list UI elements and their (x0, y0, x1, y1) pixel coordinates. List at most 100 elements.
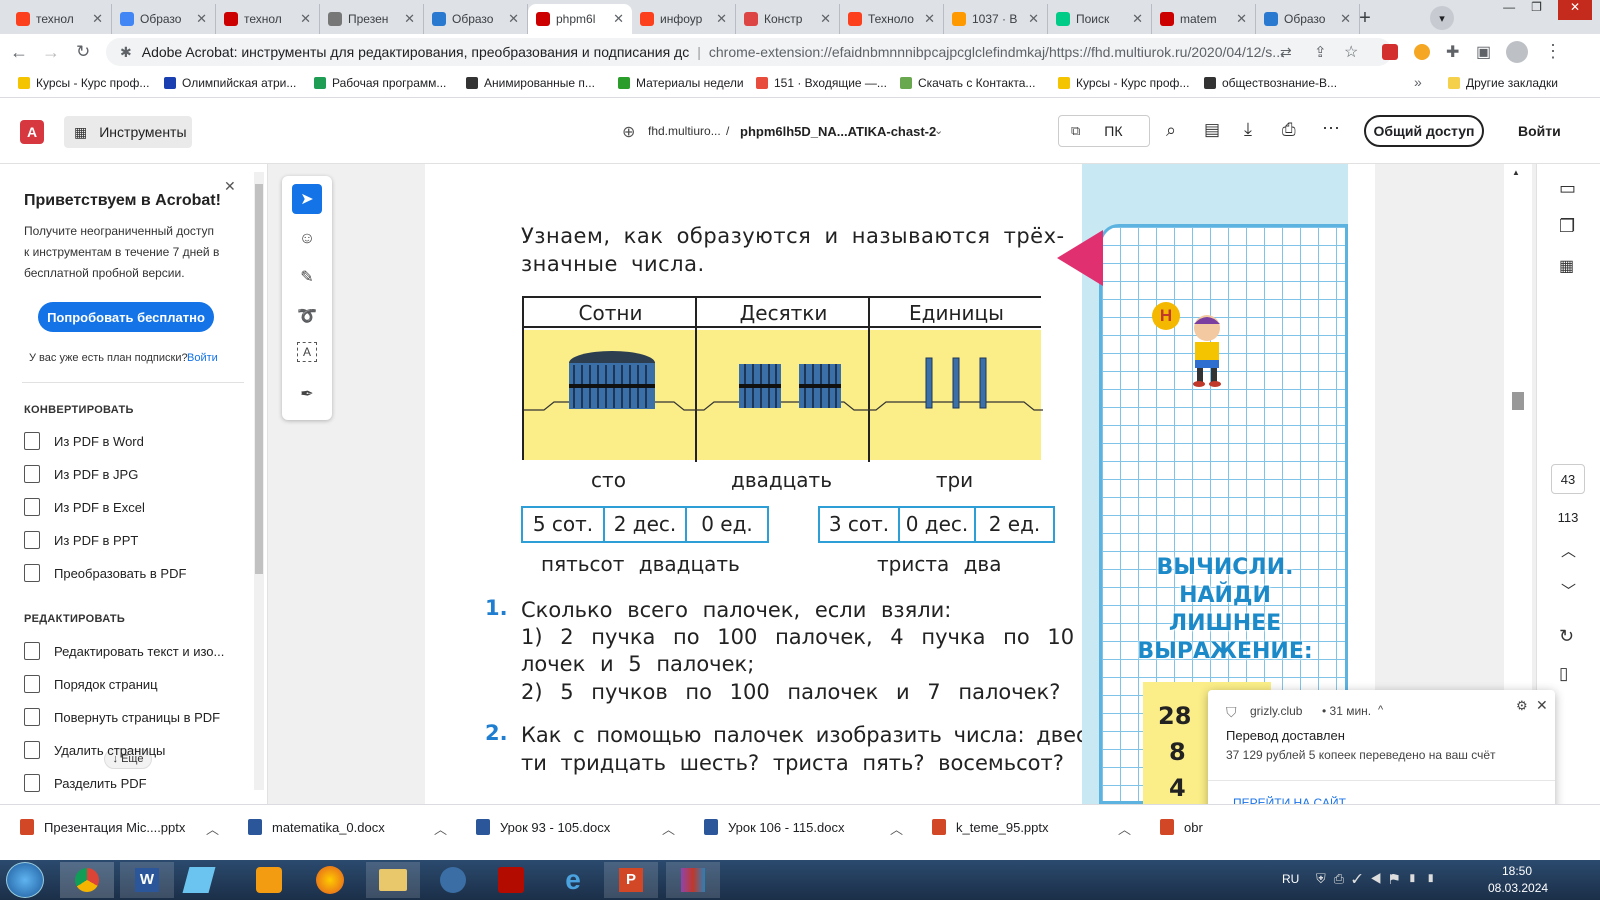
window-controls[interactable]: — ❐ ✕ (1470, 0, 1600, 20)
tab-close-icon[interactable]: ✕ (1236, 11, 1247, 27)
tab-close-icon[interactable]: ✕ (1132, 11, 1143, 27)
chrome-menu-icon[interactable]: ⋮ (1544, 41, 1562, 62)
tab-close-icon[interactable]: ✕ (924, 11, 935, 27)
close-window-icon[interactable]: ✕ (1557, 0, 1592, 20)
back-icon[interactable]: ← (10, 42, 28, 63)
left-scroll-thumb[interactable] (255, 184, 263, 574)
tab-close-icon[interactable]: ✕ (820, 11, 831, 27)
taskbar-word-icon[interactable]: W (120, 862, 174, 898)
browser-tab[interactable]: Образо ✕ (1256, 4, 1360, 34)
taskbar-firefox-icon[interactable] (316, 866, 344, 894)
download-options-icon[interactable]: ︿ (890, 819, 903, 838)
convert-item[interactable]: Из PDF в PPT (24, 531, 138, 549)
tab-close-icon[interactable]: ✕ (1028, 11, 1039, 27)
edit-item[interactable]: Разделить PDF (24, 774, 147, 792)
breadcrumb-host[interactable]: fhd.multiuro... (648, 124, 721, 138)
bookmark-item[interactable]: 151 · Входящие —... (756, 76, 887, 90)
forward-icon[interactable]: → (42, 42, 60, 63)
scroll-up-icon[interactable]: ▲ (1512, 168, 1520, 177)
comments-panel-icon[interactable]: ▭ (1559, 178, 1576, 199)
browser-tab[interactable]: инфоур ✕ (632, 4, 736, 34)
bookmark-item[interactable]: Материалы недели (618, 76, 744, 90)
browser-tab[interactable]: phpm6l ✕ (528, 4, 632, 34)
taskbar-winrar-icon[interactable] (666, 862, 720, 898)
tab-close-icon[interactable]: ✕ (613, 11, 624, 27)
download-item[interactable]: Урок 106 - 115.docx ︿ (704, 819, 903, 837)
page-thumbnails-icon[interactable]: ▤ (1204, 120, 1220, 140)
bookmarks-panel-icon[interactable]: ❐ (1559, 216, 1575, 237)
notification-close-icon[interactable]: ✕ (1536, 697, 1548, 714)
sidepanel-icon[interactable]: ▣ (1476, 42, 1491, 62)
clock-date[interactable]: 08.03.2024 (1488, 881, 1548, 895)
bookmark-item[interactable]: Другие закладки (1448, 76, 1558, 90)
tab-search-button[interactable]: ▾ (1430, 6, 1454, 30)
download-options-icon[interactable]: ︿ (662, 819, 675, 838)
share-access-button[interactable]: Общий доступ (1364, 115, 1484, 147)
download-item[interactable]: matematika_0.docx ︿ (248, 819, 447, 837)
tab-close-icon[interactable]: ✕ (1340, 11, 1351, 27)
browser-tab[interactable]: технол ✕ (216, 4, 320, 34)
edit-item[interactable]: Повернуть страницы в PDF (24, 708, 220, 726)
tab-close-icon[interactable]: ✕ (300, 11, 311, 27)
maximize-icon[interactable]: ❐ (1531, 0, 1542, 20)
convert-item[interactable]: Из PDF в JPG (24, 465, 138, 483)
convert-item[interactable]: Из PDF в Word (24, 432, 144, 450)
prev-page-icon[interactable]: ︿ (1561, 540, 1576, 561)
close-panel-icon[interactable]: ✕ (224, 178, 236, 195)
trial-button[interactable]: Попробовать бесплатно (38, 302, 214, 332)
tray-icons[interactable]: ⛨⎙✓◀⚑▮▮ (1316, 871, 1444, 887)
download-options-icon[interactable]: ︿ (434, 819, 447, 838)
download-icon[interactable]: ⤓ (1244, 119, 1252, 140)
draw-tool-icon[interactable]: ➰ (294, 303, 320, 329)
browser-tab[interactable]: Образо ✕ (424, 4, 528, 34)
bookmark-item[interactable]: обществознание-В... (1204, 76, 1337, 90)
minimize-icon[interactable]: — (1503, 0, 1515, 20)
clock-time[interactable]: 18:50 (1502, 864, 1532, 878)
yellow-ext-icon[interactable] (1414, 44, 1430, 60)
tab-close-icon[interactable]: ✕ (404, 11, 415, 27)
edit-item[interactable]: Удалить страницы (24, 741, 165, 759)
omnibox[interactable]: ✱ Adobe Acrobat: инструменты для редакти… (106, 38, 1392, 66)
start-button[interactable] (6, 862, 44, 898)
tools-button[interactable]: ▦ Инструменты (64, 116, 192, 148)
print-icon[interactable]: ⎙ (1282, 120, 1296, 140)
document-info-icon[interactable]: ▯ (1559, 664, 1568, 684)
download-options-icon[interactable]: ︿ (206, 819, 219, 838)
download-item[interactable]: obr (1160, 819, 1203, 835)
browser-tab[interactable]: 1037 · В ✕ (944, 4, 1048, 34)
current-page-input[interactable]: 43 (1551, 464, 1585, 494)
viewer-scroll-thumb[interactable] (1512, 392, 1524, 410)
browser-tab[interactable]: matem ✕ (1152, 4, 1256, 34)
taskbar-ie-icon[interactable]: e (558, 866, 588, 894)
tab-close-icon[interactable]: ✕ (716, 11, 727, 27)
file-menu-chevron-icon[interactable]: ⌄ (934, 124, 943, 137)
browser-tab[interactable]: технол ✕ (8, 4, 112, 34)
rotate-icon[interactable]: ↻ (1559, 626, 1574, 647)
signin-link[interactable]: Войти (187, 352, 218, 364)
language-indicator[interactable]: RU (1282, 872, 1299, 886)
bookmark-item[interactable]: Скачать с Контакта... (900, 76, 1035, 90)
taskbar-powerpoint-icon[interactable]: P (604, 862, 658, 898)
tab-close-icon[interactable]: ✕ (92, 11, 103, 27)
acrobat-ext-icon[interactable] (1382, 44, 1398, 60)
bookmark-item[interactable]: Олимпийская атри... (164, 76, 296, 90)
comment-tool-icon[interactable]: ☺ (294, 226, 320, 252)
new-tab-button[interactable]: + (1352, 6, 1378, 30)
convert-item[interactable]: Из PDF в Excel (24, 498, 145, 516)
convert-item[interactable]: Преобразовать в PDF (24, 564, 186, 582)
edit-item[interactable]: Редактировать текст и изо... (24, 642, 224, 660)
search-icon[interactable]: ⌕ (1166, 120, 1176, 141)
left-scrollbar[interactable] (254, 172, 264, 790)
edit-item[interactable]: Порядок страниц (24, 675, 158, 693)
bookmarks-overflow-icon[interactable]: » (1414, 74, 1422, 90)
bookmark-item[interactable]: Анимированные п... (466, 76, 595, 90)
browser-tab[interactable]: Образо ✕ (112, 4, 216, 34)
thumbnails-panel-icon[interactable]: ▦ (1559, 256, 1574, 276)
file-name[interactable]: phpm6lh5D_NA...ATIKA-chast-2 (740, 124, 936, 139)
open-in-pc-button[interactable]: ⧉ ПК (1058, 115, 1150, 147)
translate-icon[interactable]: ⇄ (1280, 44, 1292, 61)
browser-tab[interactable]: Презен ✕ (320, 4, 424, 34)
browser-tab[interactable]: Поиск ✕ (1048, 4, 1152, 34)
tab-close-icon[interactable]: ✕ (508, 11, 519, 27)
notification-expand-icon[interactable]: ^ (1378, 704, 1383, 716)
